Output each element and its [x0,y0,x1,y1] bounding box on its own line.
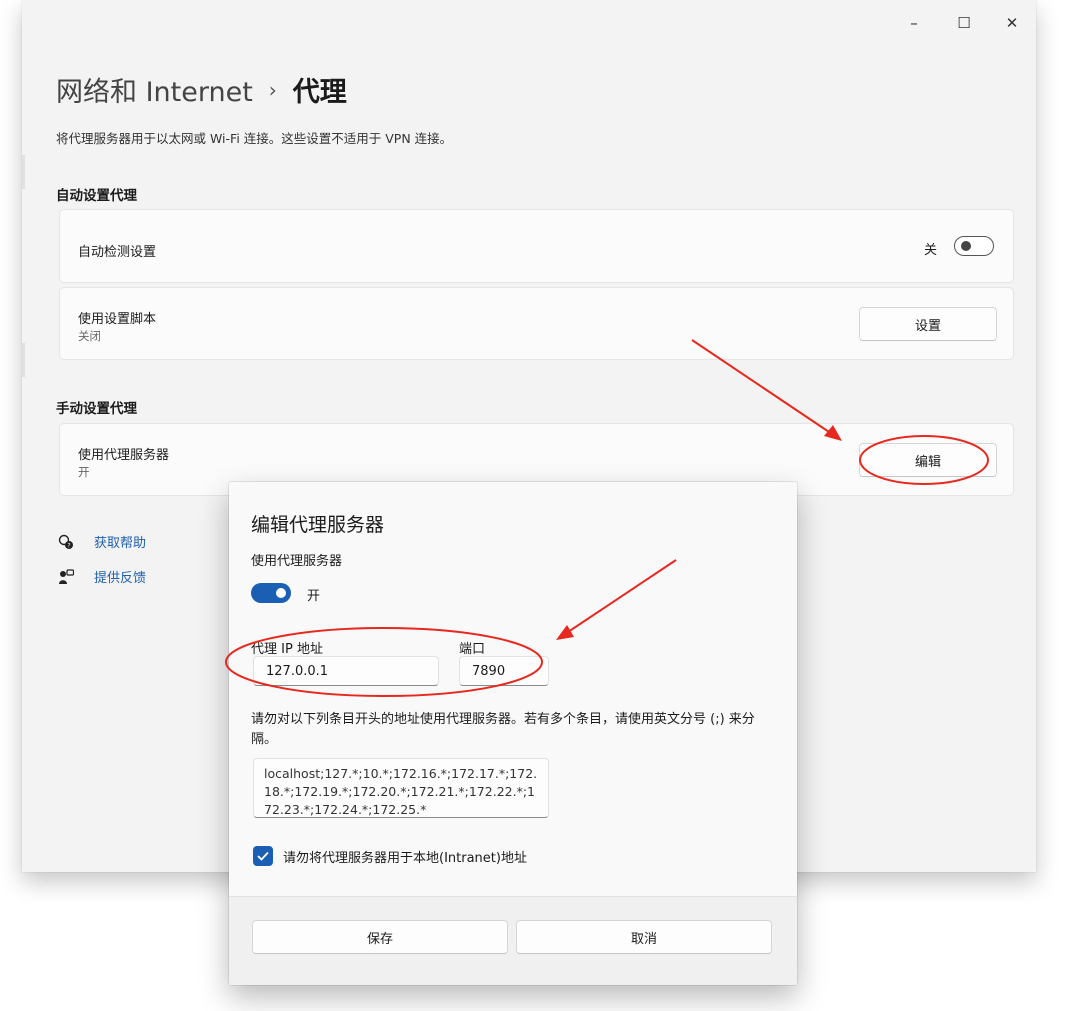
use-proxy-toggle[interactable] [251,583,291,603]
proxy-ip-input[interactable]: 127.0.0.1 [253,656,439,686]
bypass-local-checkbox[interactable] [253,846,273,866]
use-proxy-label: 使用代理服务器 [78,448,170,463]
setup-script-label: 使用设置脚本 [78,312,157,327]
breadcrumb-parent[interactable]: 网络和 Internet [56,70,253,109]
nav-edge-marker [22,155,25,189]
port-input[interactable]: 7890 [459,656,549,686]
checkmark-icon [257,851,269,861]
feedback-link[interactable]: 提供反馈 [58,567,146,586]
chevron-right-icon: › [268,77,277,102]
auto-detect-card: 自动检测设置 关 [59,209,1014,283]
edit-proxy-dialog: 编辑代理服务器 使用代理服务器 开 代理 IP 地址 127.0.0.1 端口 … [229,482,797,985]
exceptions-note: 请勿对以下列条目开头的地址使用代理服务器。若有多个条目，请使用英文分号 (;) … [251,712,755,747]
use-proxy-switch-label: 使用代理服务器 [251,554,343,569]
cancel-button[interactable]: 取消 [516,920,772,954]
setup-button[interactable]: 设置 [859,307,997,341]
setup-script-status: 关闭 [78,329,101,343]
bypass-local-label: 请勿将代理服务器用于本地(Intranet)地址 [283,851,527,866]
minimize-button[interactable]: – [894,8,934,38]
section-title-manual: 手动设置代理 [56,401,137,417]
section-title-auto: 自动设置代理 [56,188,137,204]
maximize-button[interactable]: ☐ [944,8,984,38]
toggle-knob [276,588,286,598]
help-icon: ? [58,534,74,550]
page-description: 将代理服务器用于以太网或 Wi-Fi 连接。这些设置不适用于 VPN 连接。 [56,131,453,146]
close-button[interactable]: ✕ [992,8,1032,38]
use-proxy-state: 开 [307,589,321,604]
get-help-label: 获取帮助 [94,536,147,551]
setup-script-card: 使用设置脚本 关闭 设置 [59,287,1014,360]
dialog-footer: 保存 取消 [229,896,797,985]
breadcrumb: 网络和 Internet › 代理 [56,70,347,109]
nav-edge-marker [22,343,25,377]
use-proxy-status: 开 [78,465,90,479]
auto-detect-label: 自动检测设置 [78,245,157,260]
proxy-ip-label: 代理 IP 地址 [251,642,323,657]
page-title: 代理 [292,77,347,108]
feedback-icon [58,568,74,585]
svg-text:?: ? [67,542,70,549]
save-button[interactable]: 保存 [252,920,508,954]
screen: – ☐ ✕ 网络和 Internet › 代理 将代理服务器用于以太网或 Wi-… [0,0,1080,1011]
dialog-title: 编辑代理服务器 [251,514,385,536]
auto-detect-toggle[interactable] [954,236,994,256]
edit-button[interactable]: 编辑 [859,443,997,477]
get-help-link[interactable]: ? 获取帮助 [58,532,146,551]
auto-detect-state: 关 [924,243,938,258]
feedback-label: 提供反馈 [94,571,147,586]
port-label: 端口 [459,642,486,657]
toggle-knob [961,241,971,251]
exceptions-textarea[interactable]: localhost;127.*;10.*;172.16.*;172.17.*;1… [253,758,549,818]
